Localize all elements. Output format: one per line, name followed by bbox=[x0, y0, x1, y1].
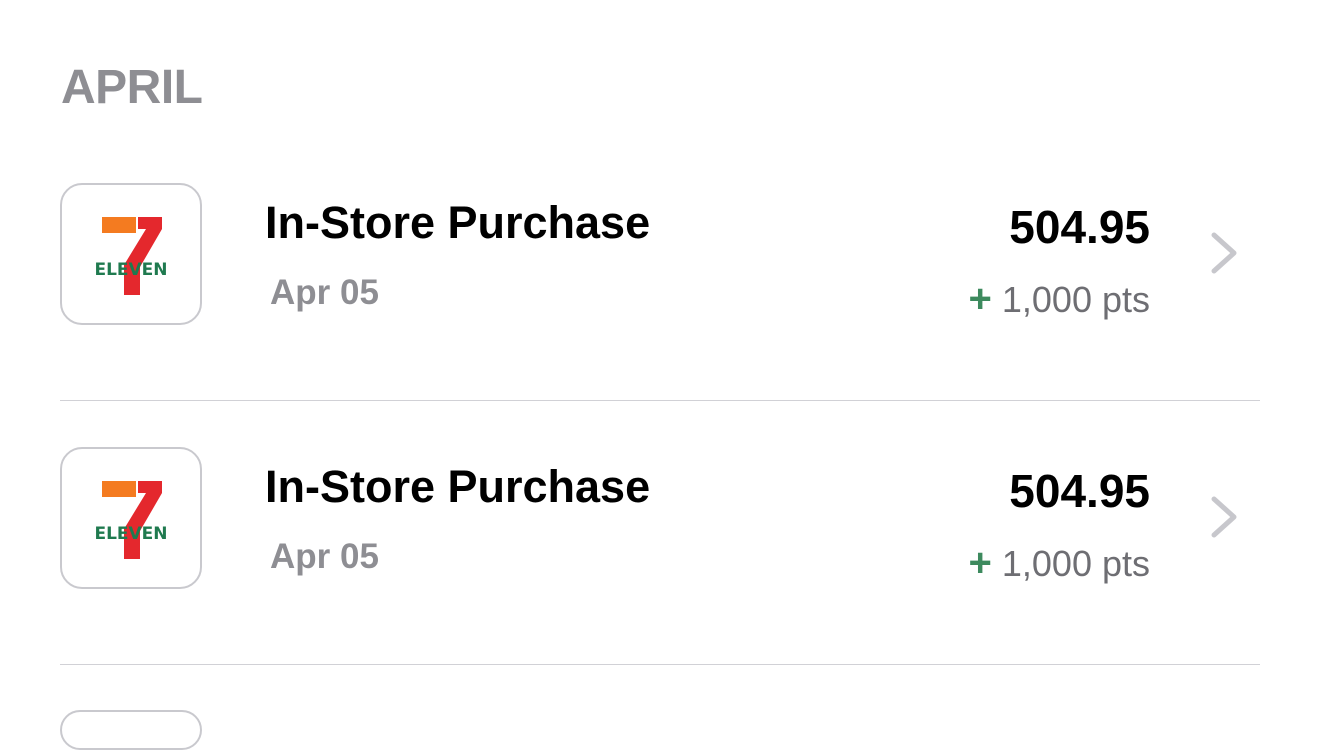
transaction-title: In-Store Purchase bbox=[265, 461, 651, 512]
row-divider bbox=[60, 664, 1260, 665]
7-eleven-logo-icon: ELEVEN bbox=[60, 183, 202, 325]
plus-icon: + bbox=[968, 277, 992, 321]
transaction-title: In-Store Purchase bbox=[265, 197, 651, 248]
points-value: 1,000 pts bbox=[1001, 543, 1150, 584]
transaction-date: Apr 05 bbox=[270, 273, 379, 312]
7-eleven-logo-icon: ELEVEN bbox=[60, 447, 202, 589]
transaction-row[interactable]: ELEVEN In-Store Purchase Apr 05 504.95 +… bbox=[0, 183, 1320, 447]
transaction-amount: 504.95 bbox=[1009, 465, 1150, 517]
plus-icon: + bbox=[968, 541, 992, 585]
logo-text: ELEVEN bbox=[94, 260, 167, 280]
logo-text: ELEVEN bbox=[94, 524, 167, 544]
transaction-date: Apr 05 bbox=[270, 537, 379, 576]
transaction-points: +1,000 pts bbox=[969, 541, 1150, 586]
points-value: 1,000 pts bbox=[1001, 279, 1150, 320]
chevron-right-icon[interactable] bbox=[1206, 493, 1242, 541]
transaction-points: +1,000 pts bbox=[969, 277, 1150, 322]
7-eleven-logo-icon bbox=[60, 710, 202, 750]
section-header: APRIL bbox=[61, 61, 203, 114]
transaction-row[interactable]: ELEVEN In-Store Purchase Apr 05 504.95 +… bbox=[0, 447, 1320, 711]
chevron-right-icon[interactable] bbox=[1206, 229, 1242, 277]
transaction-amount: 504.95 bbox=[1009, 201, 1150, 253]
row-divider bbox=[60, 400, 1260, 401]
